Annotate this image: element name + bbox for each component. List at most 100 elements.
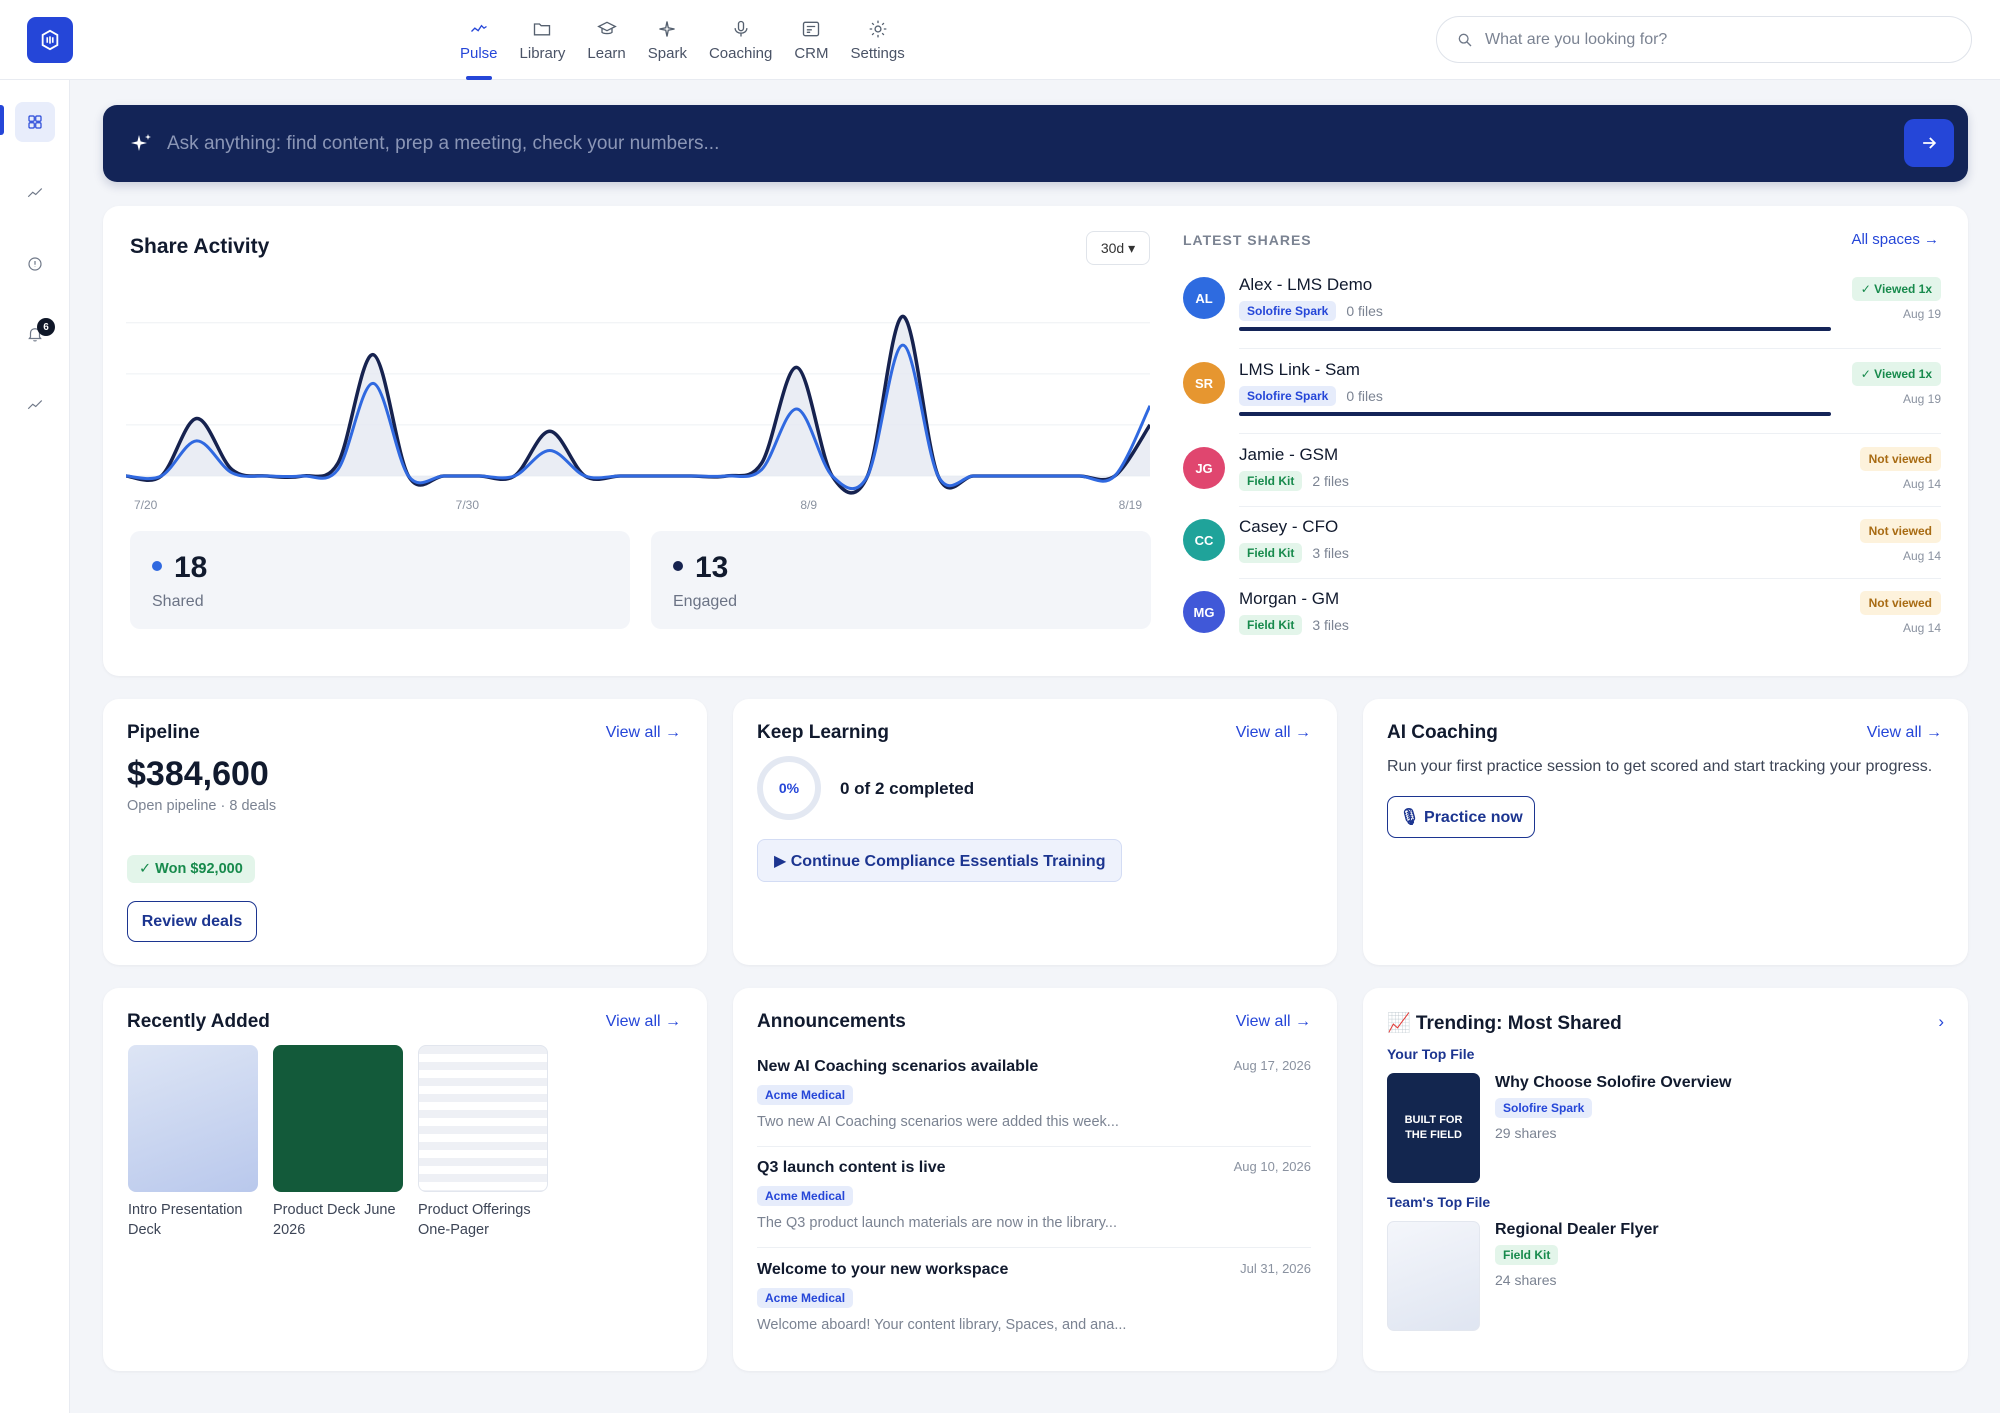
space-chip: Solofire Spark (1495, 1098, 1593, 1118)
search-input[interactable] (1485, 30, 1945, 49)
avatar: JG (1183, 447, 1225, 489)
file-count: 0 files (1346, 303, 1383, 319)
x-tick-label: 7/20 (134, 498, 158, 512)
review-deals-button[interactable]: Review deals (127, 901, 257, 942)
share-name: Jamie - GSM (1239, 445, 1339, 464)
shared-label: Shared (152, 593, 204, 610)
share-meta: Field Kit 3 files (1239, 615, 1349, 635)
announcements-title: Announcements (757, 1011, 906, 1032)
crm-card-icon (803, 21, 820, 37)
nav-coaching[interactable]: Coaching (709, 0, 772, 80)
announcement-date: Aug 10, 2026 (1233, 1159, 1311, 1174)
team-top-file-label: Team's Top File (1387, 1194, 1491, 1210)
top-bar: Pulse Library Learn Spark Coaching CRM S… (0, 0, 2000, 80)
shared-dot (152, 561, 162, 571)
range-select[interactable]: 30d ▾ (1086, 231, 1150, 265)
your-top-file-label: Your Top File (1387, 1046, 1475, 1062)
practice-now-button[interactable]: 🎙 Practice now (1387, 796, 1535, 838)
sidebar-notifications[interactable]: 6 (15, 314, 55, 354)
sparkle-icon (659, 21, 675, 37)
status-badge: Not viewed (1859, 447, 1941, 471)
pipeline-view-all[interactable]: View all → (606, 724, 681, 742)
trend-icon (27, 400, 43, 410)
file-thumbnail[interactable] (418, 1045, 548, 1192)
space-chip: Solofire Spark (1239, 301, 1337, 321)
x-tick-label: 7/30 (456, 498, 480, 512)
nav-settings[interactable]: Settings (851, 0, 905, 80)
nav-library[interactable]: Library (520, 0, 565, 80)
ask-input[interactable] (167, 132, 1817, 155)
announcement-tag: Acme Medical (757, 1288, 854, 1308)
space-chip: Field Kit (1495, 1245, 1559, 1265)
share-date: Aug 14 (1902, 477, 1941, 491)
nav-spark[interactable]: Spark (648, 0, 687, 80)
engaged-label: Engaged (673, 593, 738, 610)
announcements-view-all[interactable]: View all → (1236, 1013, 1311, 1031)
shared-count-wrap: 18 (152, 551, 207, 585)
file-name[interactable]: Product Offerings One-Pager (418, 1200, 558, 1240)
nav-label: CRM (794, 45, 829, 62)
file-count: 2 files (1312, 473, 1349, 489)
global-search (1436, 16, 1972, 63)
file-name[interactable]: Intro Presentation Deck (128, 1200, 268, 1240)
divider (1239, 506, 1941, 507)
space-chip: Field Kit (1239, 615, 1303, 635)
sidebar-alerts[interactable] (15, 244, 55, 284)
sidebar-analytics[interactable] (15, 173, 55, 213)
keep-learning-view-all[interactable]: View all → (1236, 724, 1311, 742)
ask-submit-button[interactable] (1904, 119, 1954, 167)
sidebar-reports[interactable] (15, 385, 55, 425)
nav-pulse[interactable]: Pulse (460, 0, 498, 80)
announcement-date: Jul 31, 2026 (1240, 1261, 1311, 1276)
divider (757, 1146, 1311, 1147)
share-name: Casey - CFO (1239, 517, 1339, 536)
share-date: Aug 19 (1902, 307, 1941, 321)
trend-icon (27, 188, 43, 198)
team-file-name[interactable]: Regional Dealer Flyer (1495, 1221, 1659, 1239)
sidebar: 6 (0, 80, 70, 1413)
ai-coaching-description: Run your first practice session to get s… (1387, 758, 1933, 775)
file-count: 3 files (1312, 617, 1349, 633)
file-name[interactable]: Product Deck June 2026 (273, 1200, 413, 1240)
ai-coaching-view-all[interactable]: View all → (1867, 724, 1942, 742)
divider (757, 1247, 1311, 1248)
file-thumbnail[interactable] (1387, 1221, 1480, 1331)
ai-coaching-title: AI Coaching (1387, 722, 1498, 743)
engagement-bar (1239, 412, 1831, 416)
avatar: SR (1183, 362, 1225, 404)
all-spaces-link[interactable]: All spaces → (1851, 231, 1939, 248)
file-thumbnail[interactable] (273, 1045, 403, 1192)
nav-learn[interactable]: Learn (587, 0, 626, 80)
shared-count: 18 (174, 551, 208, 584)
gear-icon (869, 20, 886, 38)
continue-training-button[interactable]: ▶ Continue Compliance Essentials Trainin… (757, 839, 1123, 882)
recently-added-title: Recently Added (127, 1011, 270, 1032)
grid-icon (28, 115, 42, 129)
top-file-name[interactable]: Why Choose Solofire Overview (1495, 1074, 1732, 1092)
nav-label: Settings (850, 45, 905, 62)
engaged-dot (673, 561, 683, 571)
announcement-tag: Acme Medical (757, 1186, 854, 1206)
nav-label: Pulse (460, 45, 498, 62)
announcement-desc: Two new AI Coaching scenarios were added… (757, 1114, 1119, 1130)
announcement-item[interactable]: New AI Coaching scenarios available Aug … (757, 1058, 1311, 1130)
nav-label: Coaching (708, 45, 773, 62)
share-activity-chart: 7/20 7/30 8/9 8/19 (126, 314, 1150, 512)
share-date: Aug 14 (1902, 621, 1941, 635)
app-logo[interactable] (27, 17, 73, 63)
file-cover[interactable]: BUILT FOR THE FIELD (1387, 1073, 1480, 1183)
engaged-count-wrap: 13 (673, 551, 728, 585)
latest-shares-heading: LATEST SHARES (1183, 232, 1312, 248)
chevron-right-icon[interactable]: › (1938, 1012, 1944, 1032)
share-date: Aug 19 (1902, 392, 1941, 406)
nav-label: Learn (587, 45, 626, 62)
share-date: Aug 14 (1902, 549, 1941, 563)
announcement-item[interactable]: Q3 launch content is live Aug 10, 2026 A… (757, 1159, 1311, 1231)
file-thumbnail[interactable] (128, 1045, 258, 1192)
recently-added-view-all[interactable]: View all → (606, 1013, 681, 1031)
nav-crm[interactable]: CRM (794, 0, 829, 80)
announcement-item[interactable]: Welcome to your new workspace Jul 31, 20… (757, 1261, 1311, 1333)
share-name: Alex - LMS Demo (1239, 275, 1373, 294)
series-line (126, 343, 1150, 491)
sidebar-dashboard[interactable] (15, 102, 55, 142)
